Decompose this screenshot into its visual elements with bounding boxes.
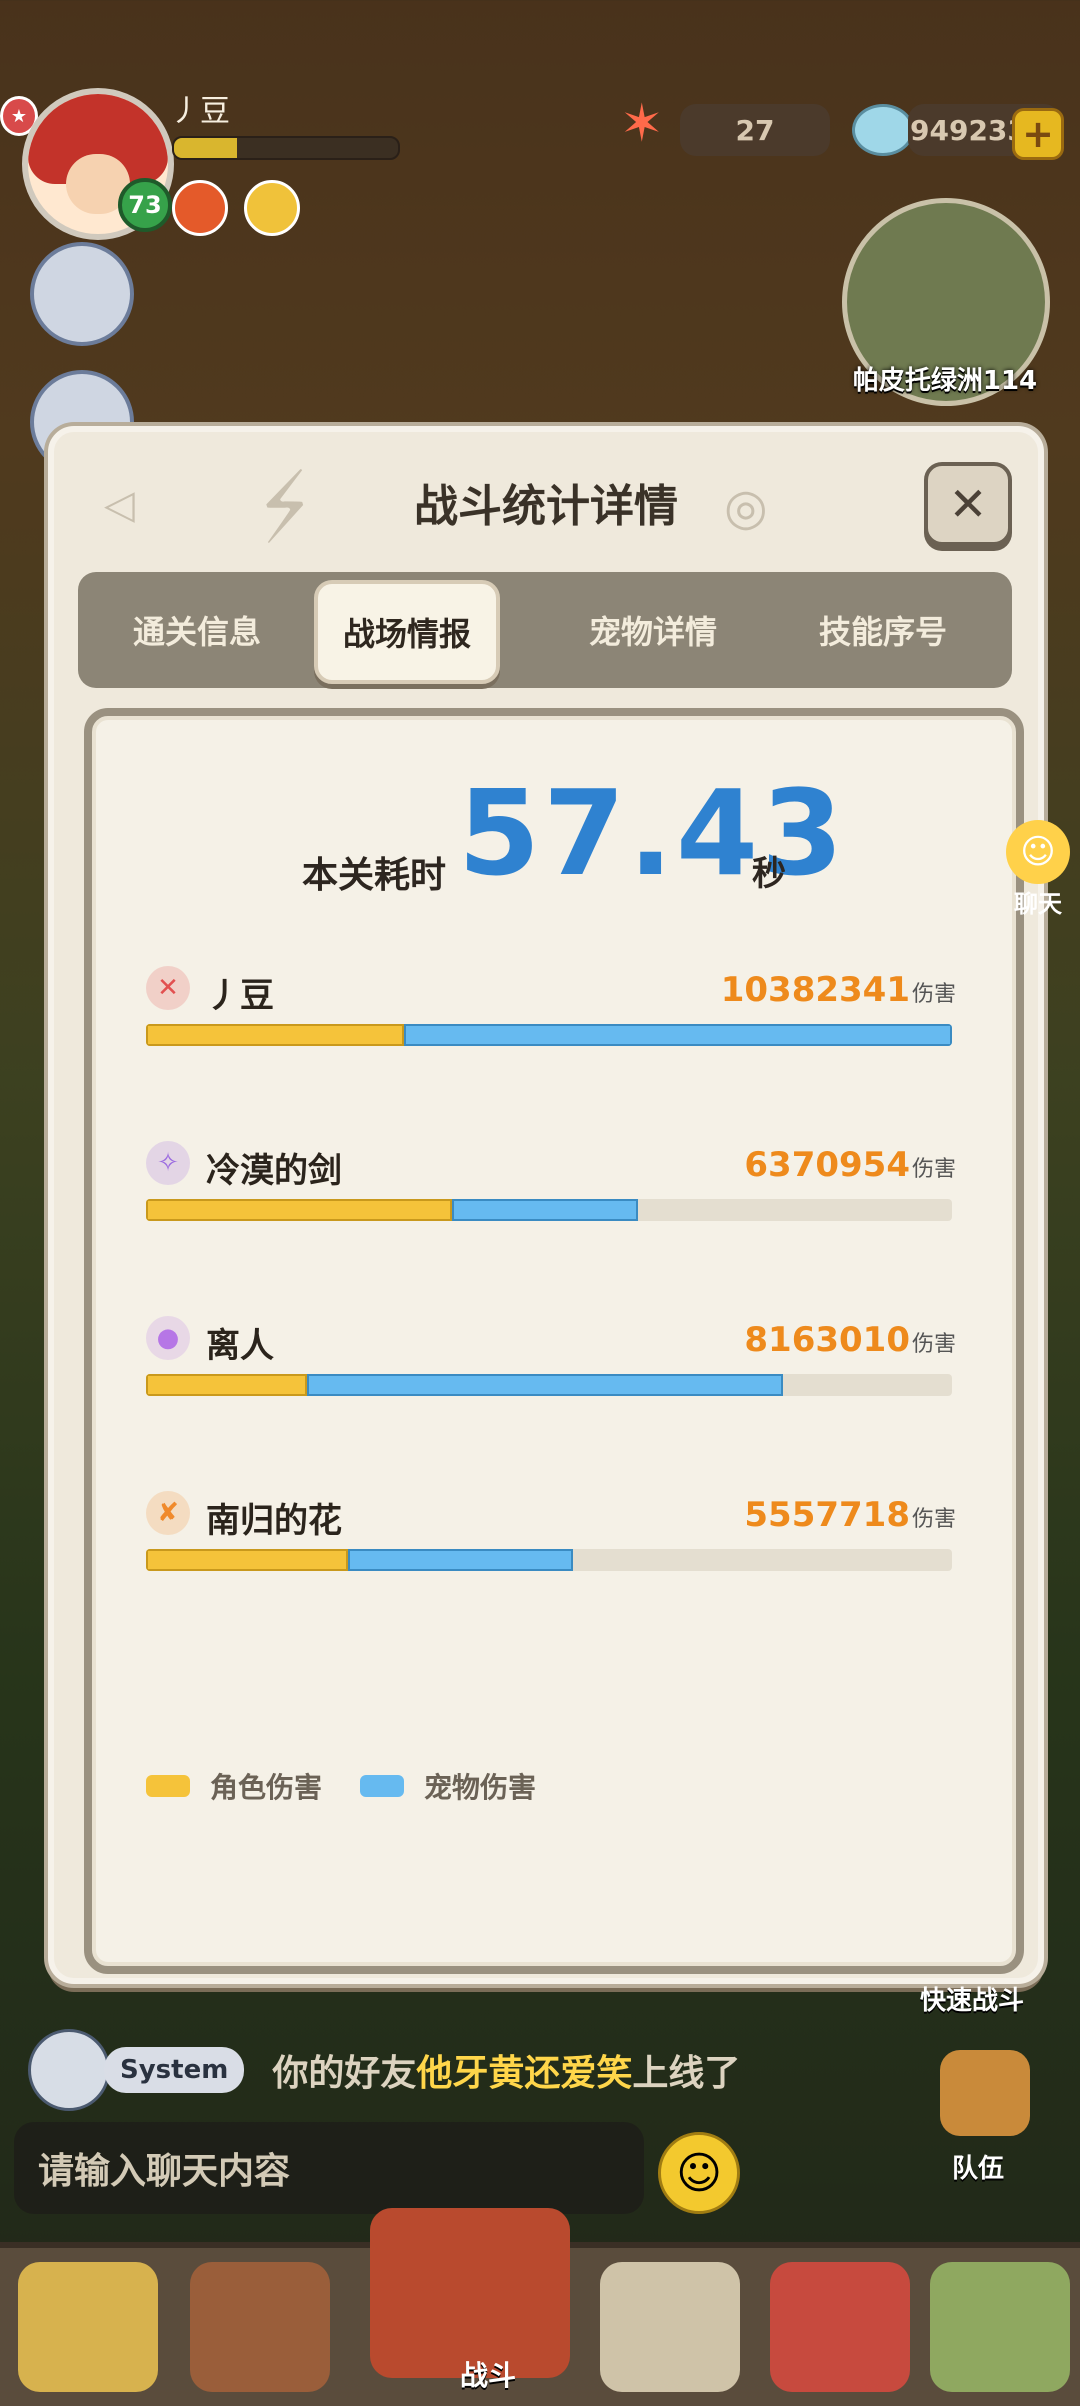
damage-row: ✕ 丿豆 10382341伤害 [146,966,956,1066]
damage-value: 5557718伤害 [744,1495,956,1535]
character-damage-segment [146,1199,453,1221]
tab-battlefield-intel[interactable]: 战场情报 [314,580,500,684]
damage-bar [146,1024,952,1046]
pet-damage-segment [347,1549,574,1571]
character-damage-segment [146,1549,348,1571]
time-label: 本关耗时 [302,855,447,896]
team-label[interactable]: 队伍 [952,2148,1004,2185]
pet-damage-segment [307,1374,783,1396]
buff-icon[interactable] [172,180,228,236]
damage-value: 10382341伤害 [720,970,956,1010]
starfish-count: 27 [680,104,830,156]
time-unit: 秒 [752,854,786,894]
system-tag: System [104,2047,245,2093]
stats-panel: 本关耗时 57.43 秒 ✕ 丿豆 10382341伤害 ✧ 冷漠的剑 6370… [84,708,1024,1974]
player-name: 离人 [206,1326,274,1366]
tab-bar: 通关信息 战场情报 宠物详情 技能序号 [78,572,1012,688]
team-icon[interactable] [940,2050,1030,2136]
damage-bar [146,1374,952,1396]
close-icon: ✕ [948,477,988,531]
map-name: 帕皮托绿洲114 [852,366,1038,396]
system-avatar [28,2029,110,2111]
class-icon: ● [146,1316,190,1360]
damage-row: ✘ 南归的花 5557718伤害 [146,1491,956,1591]
nav-item[interactable] [18,2262,158,2392]
teammate-avatar[interactable] [30,242,134,346]
message-text: 你的好友他牙黄还爱笑上线了 [272,2053,741,2094]
player-name: 冷漠的剑 [206,1151,342,1191]
character-damage-segment [146,1374,308,1396]
player-name: 丿豆 [206,976,274,1016]
damage-bar [146,1549,952,1571]
gem-icon [852,104,914,156]
nav-item[interactable] [770,2262,910,2392]
nav-item-battle[interactable] [370,2208,570,2378]
pet-icon[interactable] [244,180,300,236]
pet-damage-segment [452,1199,638,1221]
class-icon: ✘ [146,1491,190,1535]
nav-item[interactable] [600,2262,740,2392]
battle-stats-modal: ⚡ ◁ ◎ 战斗统计详情 ✕ 通关信息 战场情报 宠物详情 技能序号 本关耗时 … [48,426,1044,1984]
xp-bar [172,136,400,160]
time-value: 57.43 [458,764,847,902]
chat-button[interactable]: ☺ 聊天 [1006,820,1070,919]
add-gems-button[interactable]: + [1012,108,1064,160]
player-name: 丿豆 [170,94,230,129]
friend-name: 他牙黄还爱笑 [416,2053,633,2094]
tab-clear-info[interactable]: 通关信息 [78,572,316,688]
legend-character: 角色伤害 [146,1766,322,1806]
damage-row: ● 离人 8163010伤害 [146,1316,956,1416]
emoji-button[interactable]: ☺ [658,2132,740,2214]
class-icon: ✧ [146,1141,190,1185]
damage-bar [146,1199,952,1221]
level-badge: 73 [118,178,172,232]
modal-title: 战斗统计详情 [414,481,678,532]
legend-swatch [360,1775,404,1797]
close-button[interactable]: ✕ [924,462,1012,546]
legend-pet: 宠物伤害 [360,1766,536,1806]
legend-swatch [146,1775,190,1797]
starfish-icon: ✶ [620,94,664,154]
quick-battle-button[interactable]: 快速战斗 [920,1980,1024,2017]
player-name: 南归的花 [206,1501,342,1541]
nav-item[interactable] [930,2262,1070,2392]
pet-damage-segment [403,1024,952,1046]
chat-input[interactable]: 请输入聊天内容 [14,2122,644,2214]
chat-label: 聊天 [1014,890,1062,918]
character-damage-segment [146,1024,404,1046]
damage-value: 6370954伤害 [744,1145,956,1185]
damage-value: 8163010伤害 [744,1320,956,1360]
tab-skill-order[interactable]: 技能序号 [768,572,998,688]
chat-icon: ☺ [1006,820,1070,884]
nav-item[interactable] [190,2262,330,2392]
emoji-icon: ☺ [676,2147,722,2199]
damage-row: ✧ 冷漠的剑 6370954伤害 [146,1141,956,1241]
tab-pet-details[interactable]: 宠物详情 [538,572,768,688]
system-message: System 你的好友他牙黄还爱笑上线了 [28,2029,988,2111]
nav-label-battle[interactable]: 战斗 [428,2354,548,2394]
class-icon: ✕ [146,966,190,1010]
